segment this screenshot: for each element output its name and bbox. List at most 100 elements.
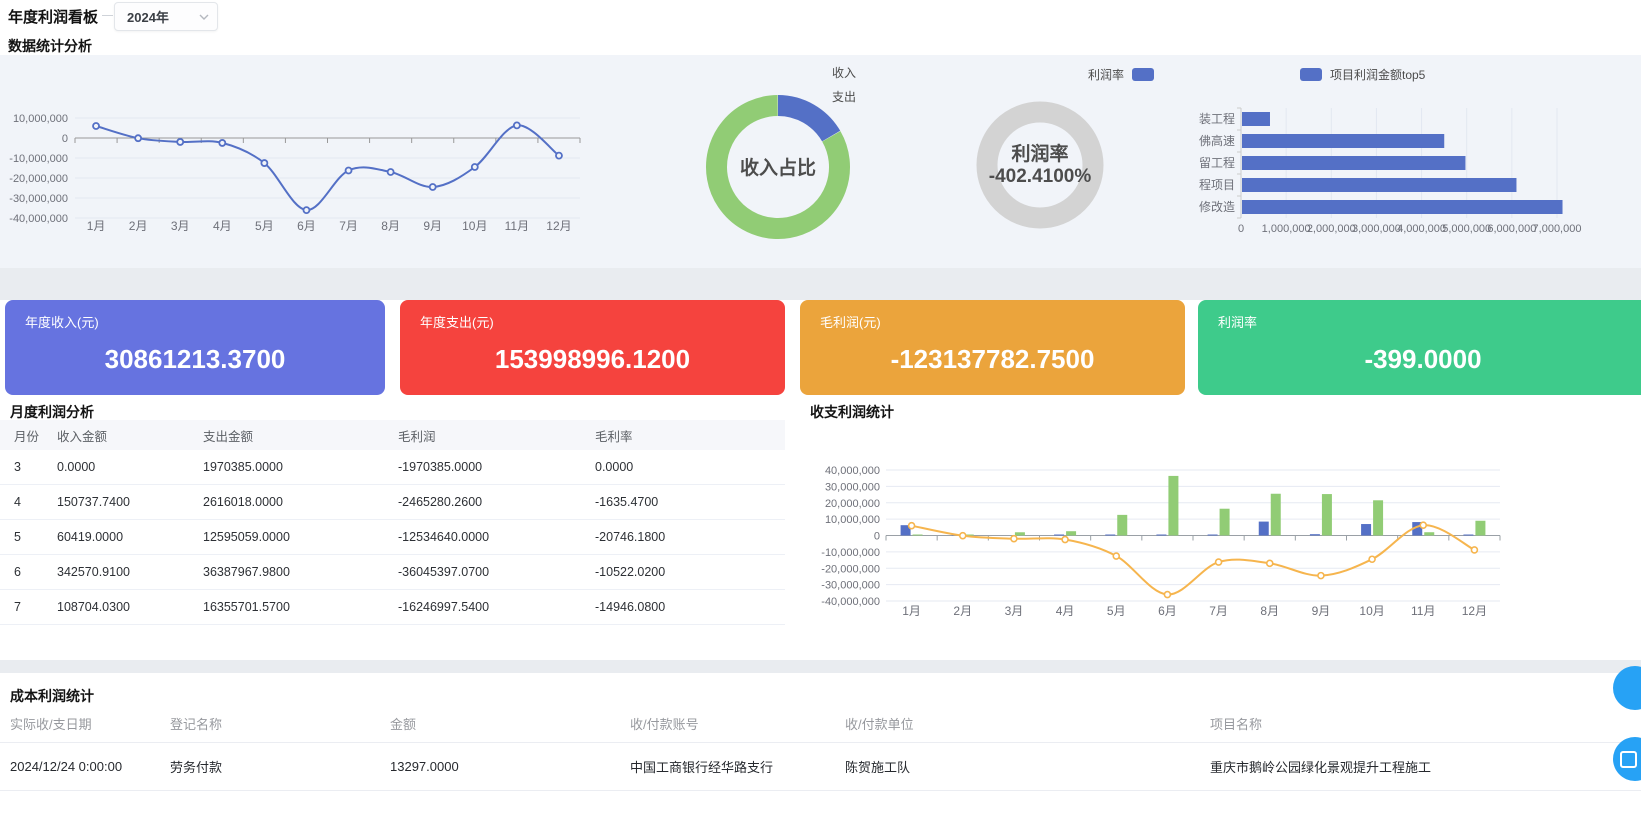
legend-swatch [1300,68,1322,81]
stat-card-value: -123137782.7500 [800,344,1185,375]
stat-card-label: 利润率 [1218,312,1257,331]
table-header-row: 月份收入金额支出金额毛利润毛利率 [0,420,785,450]
table-header-cell: 收/付款账号 [620,705,835,743]
stat-card: 年度支出(元)153998996.1200 [400,300,785,395]
table-cell: 3 [0,450,45,485]
svg-text:12月: 12月 [546,219,571,233]
form-icon [1620,751,1637,768]
section-title-cost: 成本利润统计 [10,686,94,706]
svg-text:修改造: 修改造 [1199,199,1235,214]
table-header-row: 实际收/支日期登记名称金额收/付款账号收/付款单位项目名称 [0,705,1641,743]
top5-legend[interactable]: 项目利润金额top5 [1300,66,1425,83]
svg-text:-40,000,000: -40,000,000 [9,213,68,225]
svg-text:3,000,000: 3,000,000 [1352,223,1401,235]
svg-text:2月: 2月 [129,219,148,233]
svg-text:5,000,000: 5,000,000 [1442,223,1491,235]
income-expense-combo-chart: 40,000,00030,000,00020,000,00010,000,000… [800,405,1641,660]
year-select-value: 2024年 [127,7,169,26]
svg-text:2月: 2月 [953,604,972,618]
svg-text:-10,000,000: -10,000,000 [821,547,880,559]
profit-rate-ring-chart: 利润率-402.4100% [930,58,1170,263]
table-header-cell: 月份 [0,420,45,450]
svg-text:8月: 8月 [1260,604,1279,618]
profit-rate-legend[interactable]: 利润率 [1088,66,1154,83]
stat-card: 年度收入(元) 30861213.3700 [5,300,385,395]
donut-legend: 收入支出 [832,64,864,105]
svg-text:佛高速: 佛高速 [1199,133,1235,148]
table-cell: 60419.0000 [45,520,193,555]
section-title-stats: 数据统计分析 [8,36,92,56]
table-cell: -1970385.0000 [388,450,585,485]
svg-text:0: 0 [62,133,68,145]
monthly-profit-line-chart: 10,000,0000-10,000,000-20,000,000-30,000… [0,60,620,245]
svg-text:40,000,000: 40,000,000 [825,465,880,477]
section-title-monthly: 月度利润分析 [10,402,94,422]
year-select[interactable]: 2024年 [114,2,218,31]
svg-text:20,000,000: 20,000,000 [825,498,880,510]
donut-legend-item[interactable]: 支出 [832,88,864,105]
table-header-cell: 收/付款单位 [835,705,1200,743]
table-cell: 36387967.9800 [193,555,388,590]
stat-card-value: 153998996.1200 [400,344,785,375]
profit-rate-legend-label: 利润率 [1088,66,1124,83]
svg-text:1月: 1月 [87,219,106,233]
svg-text:-20,000,000: -20,000,000 [821,563,880,575]
monthly-profit-table: 月份收入金额支出金额毛利润毛利率30.00001970385.0000-1970… [0,420,785,625]
divider-band [0,660,1641,673]
table-cell: -1635.4700 [585,485,785,520]
table-row: 6342570.910036387967.9800-36045397.0700-… [0,555,785,590]
table-cell: 2616018.0000 [193,485,388,520]
svg-text:收入占比: 收入占比 [740,156,816,179]
svg-text:7月: 7月 [339,219,358,233]
svg-text:11月: 11月 [1411,604,1435,618]
table-cell: -36045397.0700 [388,555,585,590]
svg-text:8月: 8月 [381,219,400,233]
table-header-cell: 项目名称 [1200,705,1641,743]
svg-text:10月: 10月 [1359,604,1384,618]
table-row: 7108704.030016355701.5700-16246997.5400-… [0,590,785,625]
stat-card-value: 30861213.3700 [5,344,385,375]
table-cell: 7 [0,590,45,625]
svg-text:7月: 7月 [1209,604,1228,618]
table-cell: 6 [0,555,45,590]
table-cell: 150737.7400 [45,485,193,520]
table-header-cell: 实际收/支日期 [0,705,160,743]
svg-text:7,000,000: 7,000,000 [1533,223,1582,235]
legend-label: 收入 [832,64,856,81]
title-dash [102,15,113,16]
table-header-cell: 毛利率 [585,420,785,450]
svg-text:6月: 6月 [1158,604,1177,618]
svg-text:6,000,000: 6,000,000 [1487,223,1536,235]
svg-text:0: 0 [874,531,880,543]
svg-text:-30,000,000: -30,000,000 [9,193,68,205]
table-row: 30.00001970385.0000-1970385.00000.0000 [0,450,785,485]
svg-text:3月: 3月 [171,219,190,233]
svg-text:5月: 5月 [255,219,274,233]
svg-text:4,000,000: 4,000,000 [1397,223,1446,235]
table-header-cell: 支出金额 [193,420,388,450]
table-cell: 4 [0,485,45,520]
donut-legend-item[interactable]: 收入 [832,64,864,81]
divider-band [0,268,1641,300]
svg-text:1,000,000: 1,000,000 [1262,223,1311,235]
stat-card-label: 年度收入(元) [25,312,99,331]
project-profit-top5-bar-chart: 01,000,0002,000,0003,000,0004,000,0005,0… [1135,58,1615,238]
svg-text:-40,000,000: -40,000,000 [821,596,880,608]
svg-text:程项目: 程项目 [1199,177,1235,192]
svg-text:-20,000,000: -20,000,000 [9,173,68,185]
table-header-cell: 收入金额 [45,420,193,450]
svg-text:2,000,000: 2,000,000 [1307,223,1356,235]
svg-text:12月: 12月 [1462,604,1487,618]
table-cell: -2465280.2600 [388,485,585,520]
stat-card-value: -399.0000 [1198,344,1641,375]
table-cell: 2024/12/24 0:00:00 [0,743,160,791]
svg-text:10,000,000: 10,000,000 [825,514,880,526]
page-title: 年度利润看板 [8,6,98,27]
svg-text:9月: 9月 [423,219,442,233]
table-cell: 0.0000 [585,450,785,485]
table-cell: 陈贺施工队 [835,743,1200,791]
table-cell: -14946.0800 [585,590,785,625]
table-cell: -10522.0200 [585,555,785,590]
table-cell: 5 [0,520,45,555]
stat-card-label: 毛利润(元) [820,312,881,331]
